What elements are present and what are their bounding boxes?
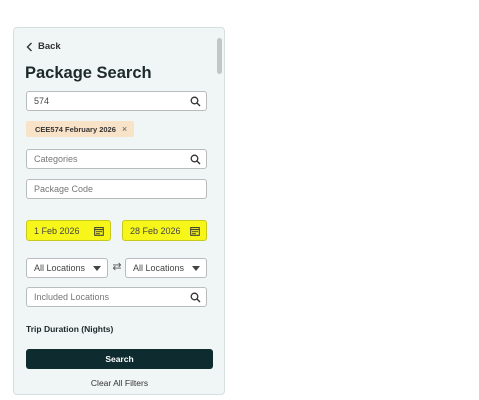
start-date-value: 1 Feb 2026 (34, 225, 80, 236)
search-icon[interactable] (189, 153, 201, 165)
package-search-panel: Back Package Search 574 CEE574 February … (13, 27, 225, 395)
scrollbar[interactable] (217, 38, 222, 74)
search-input-value: 574 (34, 96, 50, 106)
included-locations-input[interactable]: Included Locations (26, 287, 207, 307)
back-link[interactable]: Back (26, 41, 61, 52)
selected-package-chip: CEE574 February 2026 × (26, 121, 135, 137)
search-icon[interactable] (189, 95, 201, 107)
caret-down-icon (192, 265, 200, 271)
trip-duration-label: Trip Duration (Nights) (26, 324, 114, 334)
chip-label: CEE574 February 2026 (35, 124, 116, 134)
page-title: Package Search (25, 64, 152, 82)
caret-down-icon (93, 265, 101, 271)
included-locations-placeholder: Included Locations (34, 292, 110, 302)
back-label: Back (38, 41, 61, 52)
package-code-placeholder: Package Code (34, 184, 94, 194)
close-icon[interactable]: × (122, 124, 127, 134)
to-location-select[interactable]: All Locations (125, 258, 207, 278)
package-code-input[interactable]: Package Code (26, 179, 207, 199)
to-location-value: All Locations (133, 263, 185, 273)
chevron-left-icon (26, 42, 32, 51)
end-date-value: 28 Feb 2026 (130, 225, 181, 236)
categories-placeholder: Categories (34, 154, 78, 164)
search-icon[interactable] (189, 291, 201, 303)
clear-all-filters-link[interactable]: Clear All Filters (26, 378, 213, 388)
calendar-icon[interactable] (189, 225, 201, 237)
calendar-icon[interactable] (93, 225, 105, 237)
from-location-value: All Locations (34, 263, 86, 273)
swap-icon[interactable]: ⇄ (112, 261, 122, 273)
package-search-input[interactable]: 574 (26, 91, 207, 111)
end-date-input[interactable]: 28 Feb 2026 (122, 220, 207, 241)
search-button[interactable]: Search (26, 349, 213, 369)
start-date-input[interactable]: 1 Feb 2026 (26, 220, 111, 241)
from-location-select[interactable]: All Locations (26, 258, 108, 278)
categories-input[interactable]: Categories (26, 149, 207, 169)
